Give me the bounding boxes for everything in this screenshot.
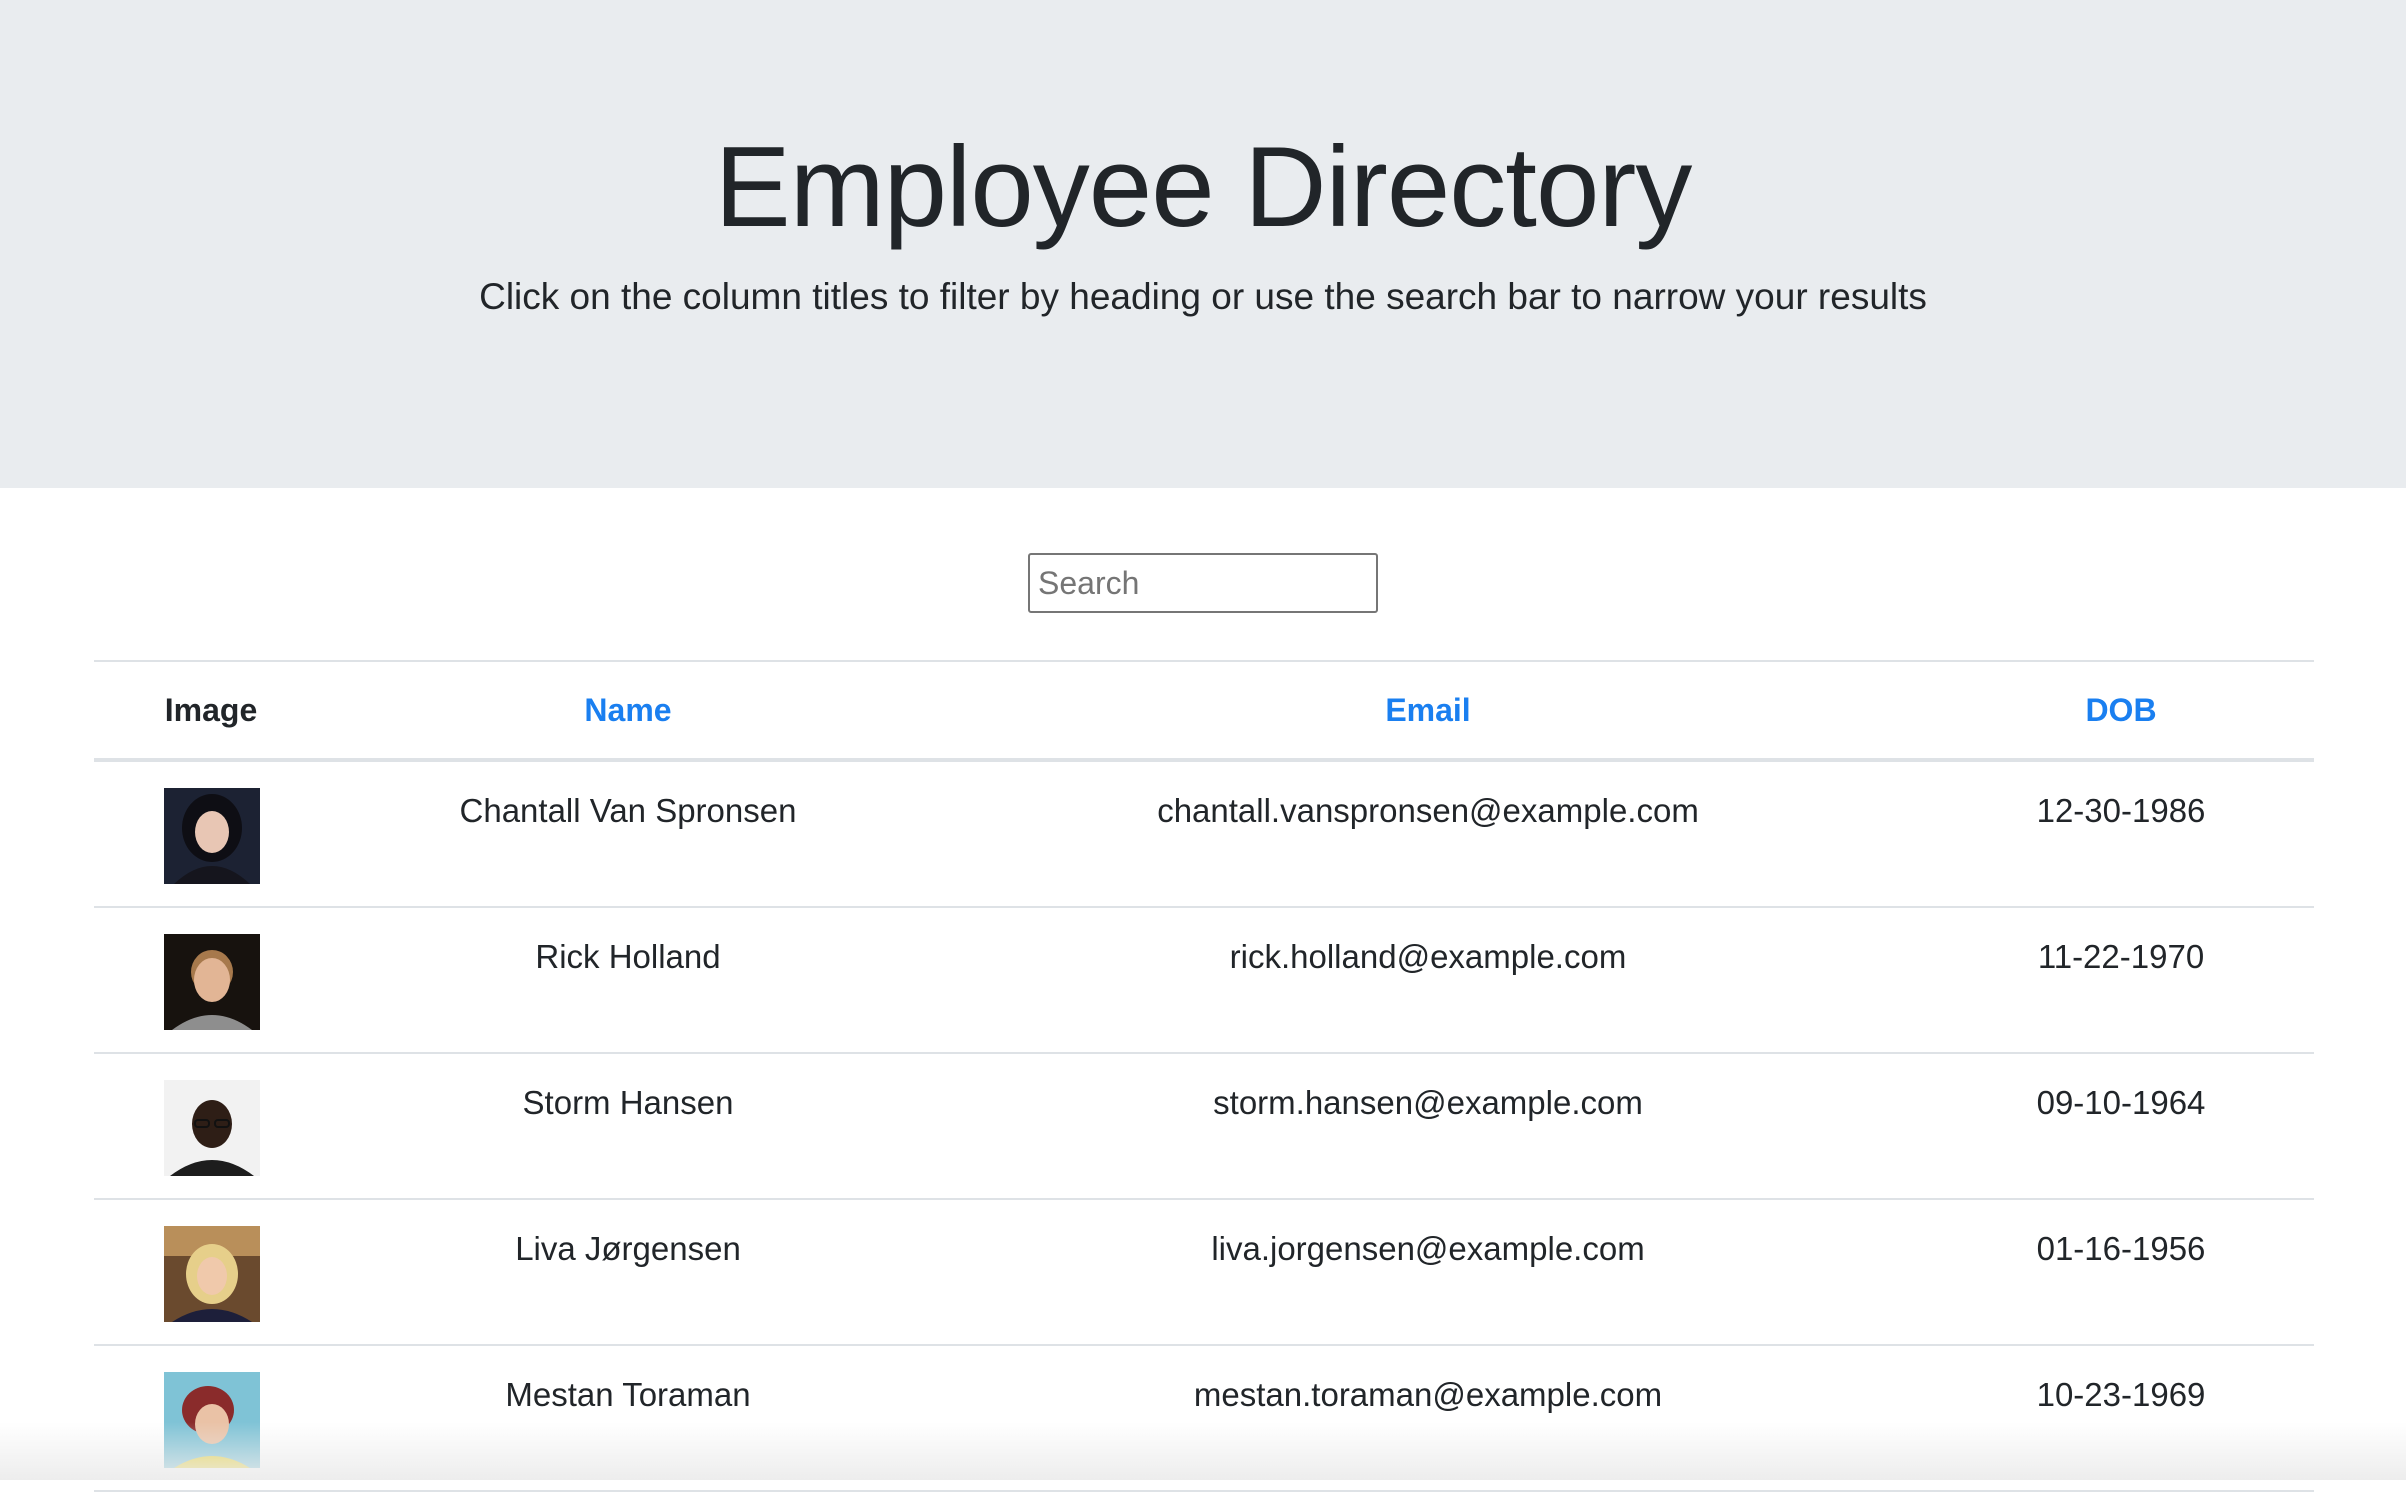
employee-email: rick.holland@example.com: [1229, 938, 1627, 975]
employee-email: chantall.vanspronsen@example.com: [1157, 792, 1699, 829]
page-subtitle: Click on the column titles to filter by …: [479, 276, 1927, 317]
page-title: Employee Directory: [714, 124, 1693, 251]
avatar: [164, 934, 260, 1030]
column-header-email[interactable]: Email: [928, 662, 1928, 758]
search-container: [1028, 553, 1378, 613]
avatar: [164, 1372, 260, 1468]
search-input[interactable]: [1028, 553, 1378, 613]
employee-name: Storm Hansen: [522, 1084, 734, 1121]
employee-dob: 11-22-1970: [2037, 938, 2205, 975]
header-jumbotron: Employee Directory Click on the column t…: [0, 0, 2406, 488]
employee-name: Chantall Van Spronsen: [459, 792, 797, 829]
table-row: Storm Hansen storm.hansen@example.com 09…: [94, 1054, 2314, 1200]
employee-email: mestan.toraman@example.com: [1193, 1376, 1663, 1413]
employee-name: Rick Holland: [535, 938, 721, 975]
employee-dob: 09-10-1964: [2036, 1084, 2206, 1121]
employee-email: liva.jorgensen@example.com: [1211, 1230, 1645, 1267]
column-header-dob[interactable]: DOB: [1928, 662, 2314, 758]
avatar: [164, 1226, 260, 1322]
employee-table: Image Name Email DOB Chantall Van Sprons…: [94, 660, 2314, 1492]
avatar: [164, 788, 260, 884]
employee-email: storm.hansen@example.com: [1213, 1084, 1643, 1121]
table-header: Image Name Email DOB: [94, 660, 2314, 762]
employee-dob: 10-23-1969: [2036, 1376, 2206, 1413]
employee-dob: 12-30-1986: [2036, 792, 2206, 829]
table-row: Chantall Van Spronsen chantall.vansprons…: [94, 762, 2314, 908]
avatar: [164, 1080, 260, 1176]
employee-dob: 01-16-1956: [2036, 1230, 2206, 1267]
employee-name: Liva Jørgensen: [515, 1230, 741, 1267]
table-row: Rick Holland rick.holland@example.com 11…: [94, 908, 2314, 1054]
employee-name: Mestan Toraman: [505, 1376, 751, 1413]
table-row: Liva Jørgensen liva.jorgensen@example.co…: [94, 1200, 2314, 1346]
table-row: Mestan Toraman mestan.toraman@example.co…: [94, 1346, 2314, 1492]
column-header-name[interactable]: Name: [328, 662, 928, 758]
column-header-image: Image: [164, 692, 258, 728]
